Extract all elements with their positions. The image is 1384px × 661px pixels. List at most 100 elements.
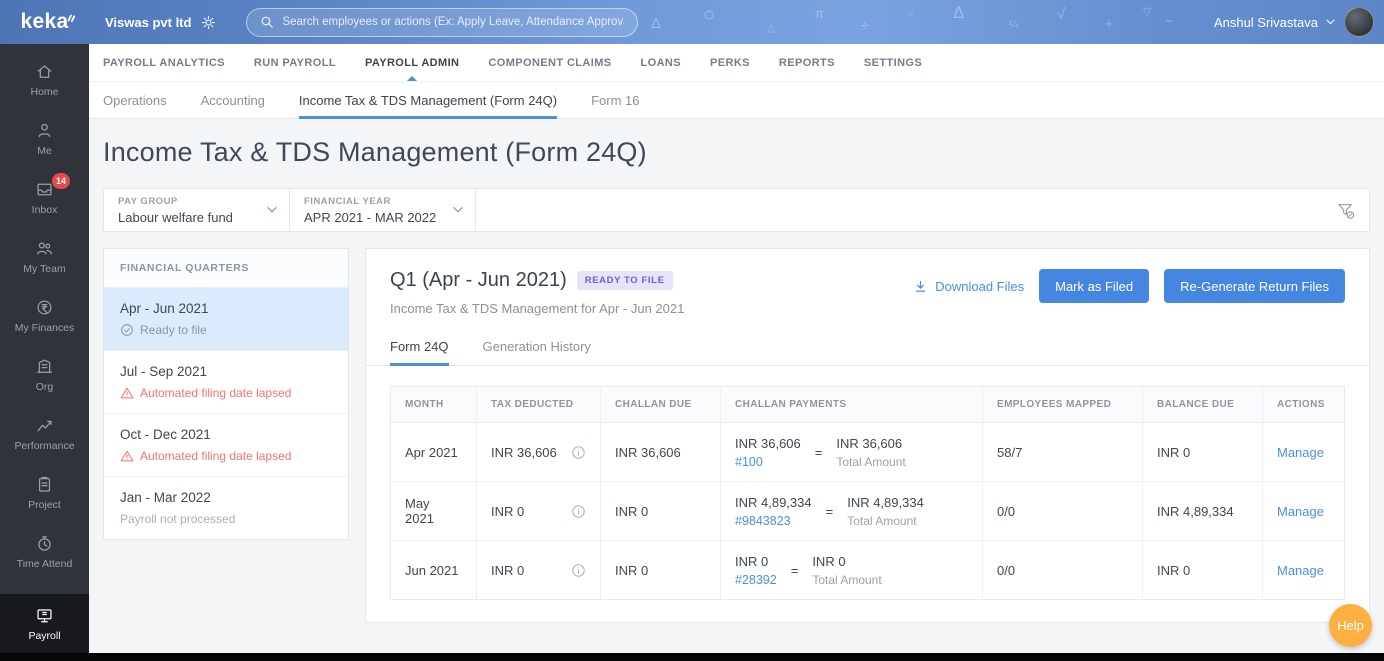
sidebar-item-home[interactable]: Home [0, 50, 89, 109]
cell-balance-due: INR 0 [1143, 541, 1263, 599]
financial-year-label: FINANCIAL YEAR [304, 195, 391, 207]
cell-actions: Manage [1263, 482, 1344, 540]
info-icon[interactable] [571, 445, 586, 460]
help-button[interactable]: Help [1329, 604, 1372, 647]
cell-month: Jun 2021 [391, 541, 477, 599]
quarter-status-text: Payroll not processed [120, 512, 236, 526]
challan-total: INR 4,89,334 Total Amount [847, 495, 924, 528]
clock-icon [35, 534, 54, 553]
section-nav: Operations Accounting Income Tax & TDS M… [89, 82, 1384, 119]
tab-operations[interactable]: Operations [103, 82, 167, 118]
top-header: keka Viswas pvt ltd Δ○△π÷○Δ¼√+▽~ Anshul … [0, 0, 1384, 44]
quarter-label: Oct - Dec 2021 [120, 427, 211, 442]
tab-payroll-analytics[interactable]: PAYROLL ANALYTICS [103, 44, 225, 81]
tax-deducted-value: INR 0 [491, 503, 525, 519]
tab-form-24q[interactable]: Form 24Q [390, 328, 449, 366]
quarter-item-jan-mar-2022[interactable]: Jan - Mar 2022 Payroll not processed [104, 477, 348, 539]
manage-link[interactable]: Manage [1277, 445, 1324, 460]
user-menu[interactable]: Anshul Srivastava [1214, 0, 1374, 44]
cell-actions: Manage [1263, 541, 1344, 599]
tab-form-16[interactable]: Form 16 [591, 82, 639, 118]
tab-settings[interactable]: SETTINGS [864, 44, 922, 81]
cell-tax-deducted: INR 0 [477, 541, 601, 599]
quarter-item-jul-sep-2021[interactable]: Jul - Sep 2021 Automated filing date lap… [104, 351, 348, 414]
download-files-label: Download Files [935, 278, 1025, 294]
tab-payroll-admin[interactable]: PAYROLL ADMIN [365, 44, 459, 81]
keka-logo-text: keka [20, 10, 69, 33]
avatar[interactable] [1344, 7, 1374, 37]
cell-employees-mapped: 0/0 [983, 482, 1143, 540]
sidebar-item-my-finances[interactable]: My Finances [0, 286, 89, 345]
tab-generation-history[interactable]: Generation History [483, 328, 591, 365]
manage-link[interactable]: Manage [1277, 504, 1324, 519]
quarter-item-oct-dec-2021[interactable]: Oct - Dec 2021 Automated filing date lap… [104, 414, 348, 477]
sidebar-item-label: Performance [14, 439, 75, 452]
tab-run-payroll[interactable]: RUN PAYROLL [254, 44, 336, 81]
quarters-heading: FINANCIAL QUARTERS [104, 249, 348, 288]
quarter-subtitle: Income Tax & TDS Management for Apr - Ju… [390, 301, 685, 316]
challan-payment: INR 4,89,334 #9843823 [735, 495, 812, 528]
search-input[interactable] [282, 16, 625, 28]
download-icon [916, 280, 926, 292]
sidebar-item-project[interactable]: Project [0, 463, 89, 522]
tab-component-claims[interactable]: COMPONENT CLAIMS [488, 44, 611, 81]
info-icon[interactable] [571, 563, 586, 578]
info-icon[interactable] [571, 504, 586, 519]
cell-month: May 2021 [391, 482, 477, 540]
cell-challan-payments: INR 4,89,334 #9843823 = INR 4,89,334 Tot… [721, 482, 983, 540]
cell-challan-due: INR 0 [601, 482, 721, 540]
quarter-detail-header: Q1 (Apr - Jun 2021) READY TO FILE Income… [366, 249, 1369, 316]
total-amount-label: Total Amount [812, 572, 882, 587]
tab-perks[interactable]: PERKS [710, 44, 750, 81]
financial-quarters-panel: FINANCIAL QUARTERS Apr - Jun 2021 Ready … [103, 248, 349, 540]
sidebar-item-inbox[interactable]: 14 Inbox [0, 168, 89, 227]
regenerate-return-files-button[interactable]: Re-Generate Return Files [1164, 269, 1345, 303]
sidebar-item-label: Org [35, 380, 54, 393]
finances-icon [35, 298, 54, 317]
quarter-label: Jan - Mar 2022 [120, 490, 211, 505]
sidebar-item-payroll[interactable]: Payroll [0, 594, 89, 653]
cell-balance-due: INR 4,89,334 [1143, 482, 1263, 540]
challan-ref-link[interactable]: #100 [735, 455, 801, 469]
tab-accounting[interactable]: Accounting [201, 82, 265, 118]
sidebar-item-me[interactable]: Me [0, 109, 89, 168]
search-bar[interactable] [246, 7, 639, 37]
tab-loans[interactable]: LOANS [641, 44, 682, 81]
page-content: Income Tax & TDS Management (Form 24Q) P… [89, 119, 1384, 623]
tab-income-tax-tds[interactable]: Income Tax & TDS Management (Form 24Q) [298, 82, 558, 119]
download-files-link[interactable]: Download Files [913, 279, 1024, 294]
equals-sign: = [790, 562, 799, 578]
cell-employees-mapped: 0/0 [983, 541, 1143, 599]
warning-icon [120, 450, 134, 462]
company-name: Viswas pvt ltd [105, 14, 192, 30]
quarter-status: Automated filing date lapsed [120, 386, 332, 400]
manage-link[interactable]: Manage [1277, 563, 1324, 578]
sidebar-item-performance[interactable]: Performance [0, 404, 89, 463]
sidebar-item-label: My Team [23, 262, 66, 275]
quarter-label: Jul - Sep 2021 [120, 364, 208, 379]
tab-reports[interactable]: REPORTS [779, 44, 835, 81]
cell-challan-payments: INR 0 #28392 = INR 0 Total Amount [721, 541, 983, 599]
cell-balance-due: INR 0 [1143, 423, 1263, 481]
gear-icon[interactable] [201, 15, 216, 30]
sidebar: Home Me 14 Inbox My Team My Finances Org… [0, 44, 89, 653]
quarter-item-apr-jun-2021[interactable]: Apr - Jun 2021 Ready to file [104, 288, 348, 351]
filter-funnel-icon[interactable] [1336, 201, 1355, 220]
sidebar-item-time-attend[interactable]: Time Attend [0, 522, 89, 581]
mark-as-filed-button[interactable]: Mark as Filed [1039, 269, 1150, 303]
challan-ref-link[interactable]: #28392 [735, 573, 777, 587]
math-pattern: Δ ○ △ π ÷ ○ Δ ¼ √ + ▽ ~ [651, 3, 1174, 34]
cell-month: Apr 2021 [391, 423, 477, 481]
person-icon [35, 121, 54, 140]
pay-group-select[interactable]: PAY GROUP Labour welfare fund [104, 189, 290, 231]
total-amount: INR 0 [812, 553, 846, 569]
module-nav: PAYROLL ANALYTICS RUN PAYROLL PAYROLL AD… [89, 44, 1384, 82]
keka-logo[interactable]: keka [0, 10, 89, 34]
financial-year-select[interactable]: FINANCIAL YEAR APR 2021 - MAR 2022 [290, 189, 476, 231]
sidebar-item-org[interactable]: Org [0, 345, 89, 404]
page-title: Income Tax & TDS Management (Form 24Q) [103, 137, 647, 167]
sidebar-item-my-team[interactable]: My Team [0, 227, 89, 286]
financial-year-value: APR 2021 - MAR 2022 [304, 209, 437, 225]
pay-group-value: Labour welfare fund [118, 209, 233, 225]
challan-ref-link[interactable]: #9843823 [735, 514, 812, 528]
